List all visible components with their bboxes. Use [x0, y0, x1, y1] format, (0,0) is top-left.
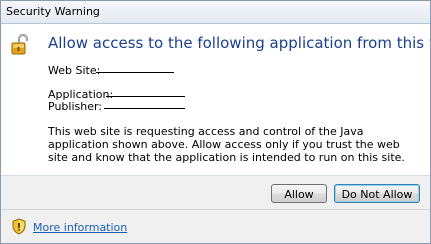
application-underline	[106, 96, 185, 97]
dialog-footer: Allow Do Not Allow More information	[1, 176, 430, 243]
unlocked-padlock-icon	[10, 33, 34, 57]
title-bar[interactable]: Security Warning	[1, 1, 430, 24]
dialog-heading: Allow access to the following applicatio…	[48, 34, 430, 52]
do-not-allow-button[interactable]: Do Not Allow	[334, 184, 420, 203]
dialog-content: Allow access to the following applicatio…	[1, 24, 430, 174]
publisher-label: Publisher:	[48, 100, 103, 113]
warning-shield-icon	[11, 218, 27, 235]
website-field: Web Site:	[48, 64, 174, 77]
website-underline	[96, 72, 174, 73]
more-information-link[interactable]: More information	[33, 221, 127, 234]
publisher-field: Publisher:	[48, 100, 185, 113]
security-warning-dialog: Security Warning Allow access to the fol…	[0, 0, 431, 244]
website-label: Web Site:	[48, 64, 101, 77]
warning-description: This web site is requesting access and c…	[48, 125, 405, 164]
footer-separator	[1, 209, 430, 210]
allow-button[interactable]: Allow	[271, 184, 327, 203]
publisher-underline	[104, 108, 185, 109]
window-title: Security Warning	[6, 5, 100, 18]
